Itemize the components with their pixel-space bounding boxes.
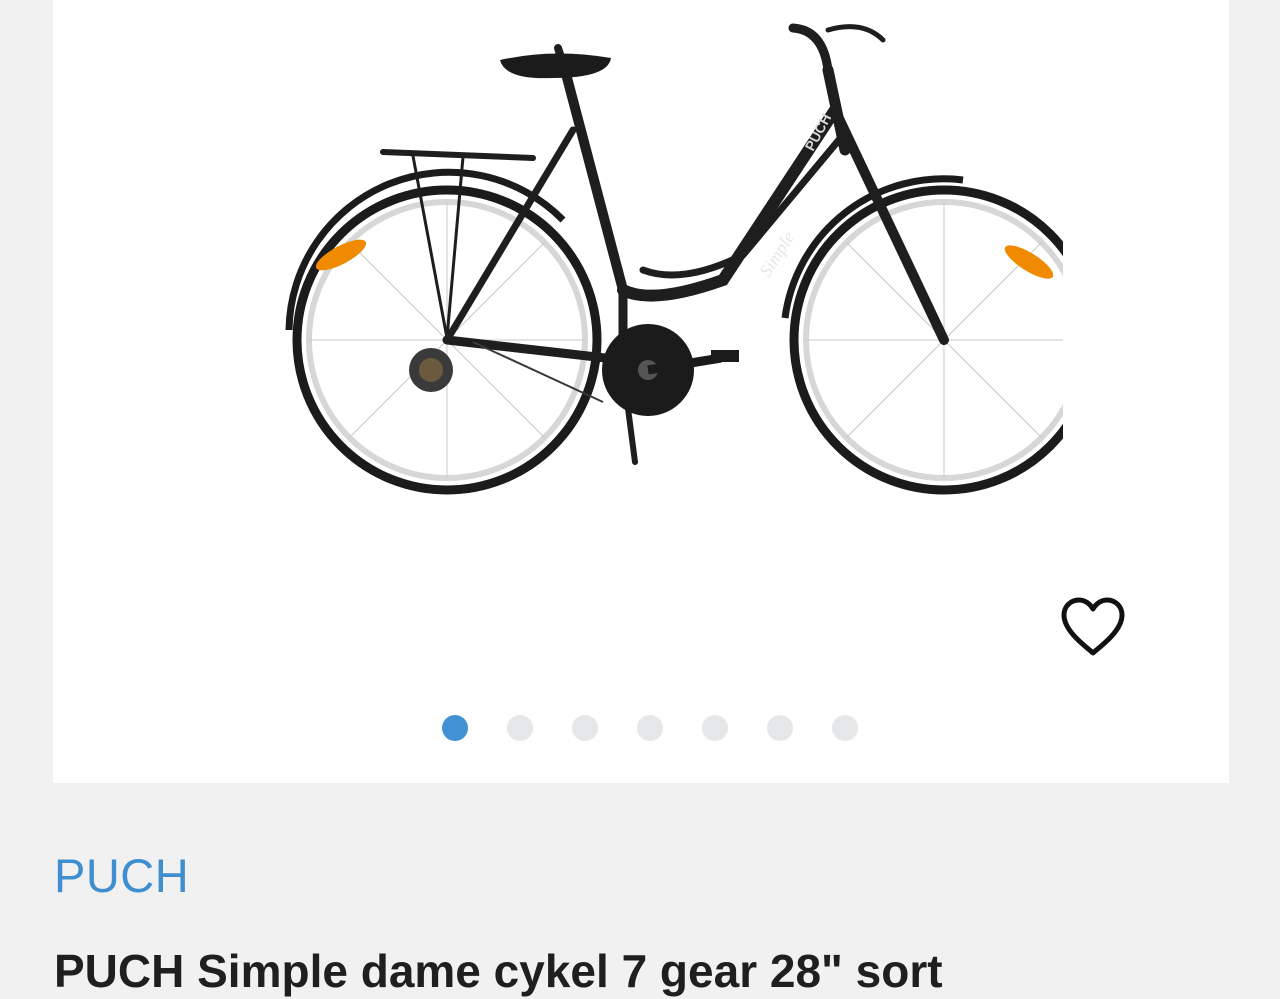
gallery-pagination xyxy=(53,715,1229,741)
front-wheel xyxy=(781,175,1063,495)
brand-link[interactable]: PUCH xyxy=(54,848,189,904)
product-title: PUCH Simple dame cykel 7 gear 28" sort xyxy=(54,945,943,997)
product-image[interactable]: PUCH Simple xyxy=(223,0,1063,510)
gallery-dot-1[interactable] xyxy=(442,715,468,741)
saddle-shape xyxy=(500,53,611,79)
rear-wheel xyxy=(285,168,602,495)
gallery-dot-5[interactable] xyxy=(702,715,728,741)
favorite-button[interactable] xyxy=(1055,592,1131,662)
gallery-dot-6[interactable] xyxy=(767,715,793,741)
gallery-dot-7[interactable] xyxy=(832,715,858,741)
gallery-dot-4[interactable] xyxy=(637,715,663,741)
gallery-dot-3[interactable] xyxy=(572,715,598,741)
product-gallery-card: PUCH Simple xyxy=(53,0,1229,783)
heart-outline-icon xyxy=(1061,597,1125,656)
gallery-dot-2[interactable] xyxy=(507,715,533,741)
